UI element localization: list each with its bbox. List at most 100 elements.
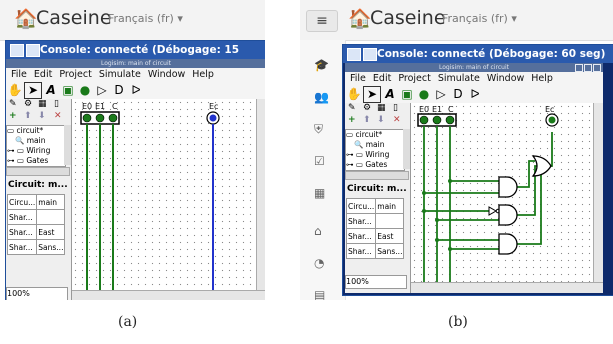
- table-icon[interactable]: ▦: [38, 99, 47, 109]
- hamburger-icon[interactable]: ≡: [306, 10, 338, 32]
- text-tool-icon[interactable]: A: [43, 81, 59, 99]
- menu-edit[interactable]: Edit: [34, 69, 52, 80]
- layout-icon[interactable]: ⚙: [363, 103, 371, 113]
- brand-name[interactable]: Caseine: [36, 7, 112, 29]
- and-gate-3: [498, 233, 518, 255]
- up-arrow-icon[interactable]: ⬆: [24, 111, 32, 121]
- menu-help[interactable]: Help: [531, 73, 553, 84]
- document-icon: [363, 48, 377, 61]
- language-selector[interactable]: Français (fr) ▾: [442, 12, 517, 25]
- view-icon[interactable]: ▯: [54, 99, 59, 109]
- caseine-logo-icon[interactable]: 🏠: [14, 7, 38, 30]
- select-tool-icon[interactable]: ➤: [24, 82, 42, 99]
- table-row[interactable]: Shar... East: [345, 228, 405, 244]
- menu-simulate[interactable]: Simulate: [438, 73, 480, 84]
- users-icon[interactable]: 👥: [314, 90, 329, 104]
- close-icon[interactable]: [593, 64, 601, 72]
- zoom-field[interactable]: 100%: [6, 287, 68, 300]
- not-gate-icon[interactable]: ▷: [94, 81, 110, 99]
- and-gate-icon[interactable]: D: [450, 85, 466, 103]
- menu-project[interactable]: Project: [59, 69, 92, 80]
- graduation-icon[interactable]: 🎓: [314, 58, 329, 72]
- caseine-logo-icon[interactable]: 🏠: [348, 7, 372, 30]
- table-row[interactable]: Shar... East: [6, 224, 66, 240]
- select-tool-icon[interactable]: ➤: [363, 86, 381, 103]
- tree-hscrollbar[interactable]: [6, 167, 70, 176]
- document-icon: [26, 44, 40, 57]
- table-row[interactable]: Shar...: [6, 209, 66, 225]
- shield-icon[interactable]: ⛨: [314, 122, 323, 137]
- menu-project[interactable]: Project: [398, 73, 431, 84]
- canvas-vscrollbar[interactable]: [593, 103, 603, 283]
- or-gate-icon[interactable]: ᐅ: [128, 81, 144, 99]
- edit-icon[interactable]: ✎: [9, 99, 17, 109]
- tree-item-circuit[interactable]: ▭ circuit*: [7, 126, 65, 136]
- explorer-toolbar: ✎ ⚙ ▦ ▯ + ⬆ ⬇ ✕: [345, 103, 410, 127]
- circuit-canvas[interactable]: E0 E1 C Ec: [72, 99, 265, 299]
- canvas-vscrollbar[interactable]: [256, 99, 265, 291]
- menu-simulate[interactable]: Simulate: [99, 69, 141, 80]
- brand-name[interactable]: Caseine: [370, 7, 446, 29]
- output-label-ec: Ec: [209, 102, 218, 111]
- layout-icon[interactable]: ⚙: [24, 99, 32, 109]
- circuit-label: Circuit: m...: [347, 184, 407, 194]
- or-gate-icon[interactable]: ᐅ: [467, 85, 483, 103]
- home-icon[interactable]: ⌂: [314, 224, 322, 238]
- tree-item-gates[interactable]: ⊶ ▭ Gates: [7, 156, 65, 166]
- tree-item-main[interactable]: 🔍 main: [7, 136, 65, 146]
- toolbar: ✋ ➤ A ▣ ● ▷ D ᐅ: [6, 81, 265, 99]
- menu-file[interactable]: File: [11, 69, 27, 80]
- tree-item-wiring[interactable]: ⊶ ▭ Wiring: [7, 146, 65, 156]
- delete-icon[interactable]: ✕: [393, 115, 401, 125]
- menu-window[interactable]: Window: [148, 69, 185, 80]
- table-row[interactable]: Circu... main: [6, 194, 66, 210]
- output-pin: [545, 113, 559, 127]
- tree-item-gates[interactable]: ⊶ ▭ Gates: [346, 160, 404, 170]
- delete-icon[interactable]: ✕: [54, 111, 62, 121]
- input-pin-icon[interactable]: ▣: [399, 85, 415, 103]
- edit-icon[interactable]: ✎: [348, 103, 356, 113]
- tree-scrollbar[interactable]: [403, 129, 410, 169]
- add-icon[interactable]: +: [9, 111, 17, 121]
- poke-tool-icon[interactable]: ✋: [346, 85, 362, 103]
- tree-hscrollbar[interactable]: [345, 171, 409, 180]
- output-pin-icon[interactable]: ●: [77, 81, 93, 99]
- canvas-hscrollbar[interactable]: [72, 290, 265, 300]
- menu-edit[interactable]: Edit: [373, 73, 391, 84]
- menu-help[interactable]: Help: [192, 69, 214, 80]
- gauge-icon[interactable]: ◔: [314, 256, 324, 270]
- circuit-canvas[interactable]: E0 E1 C Ec: [411, 103, 603, 283]
- canvas-hscrollbar[interactable]: [411, 282, 603, 293]
- language-selector[interactable]: Français (fr) ▾: [108, 12, 183, 25]
- tree-scrollbar[interactable]: [64, 125, 71, 165]
- zoom-field[interactable]: 100%: [345, 275, 407, 289]
- caption-b: (b): [448, 314, 468, 330]
- text-tool-icon[interactable]: A: [382, 85, 398, 103]
- tree-item-wiring[interactable]: ⊶ ▭ Wiring: [346, 150, 404, 160]
- minimize-icon[interactable]: [575, 64, 583, 72]
- grid-icon[interactable]: ▦: [314, 186, 325, 200]
- up-arrow-icon[interactable]: ⬆: [363, 115, 371, 125]
- table-icon[interactable]: ▦: [377, 103, 386, 113]
- tree-item-main[interactable]: 🔍 main: [346, 140, 404, 150]
- maximize-icon[interactable]: [584, 64, 592, 72]
- table-row[interactable]: Circu... main: [345, 198, 405, 214]
- input-wires: [86, 124, 114, 299]
- view-icon[interactable]: ▯: [393, 103, 398, 113]
- input-pin-icon[interactable]: ▣: [60, 81, 76, 99]
- table-row[interactable]: Shar...: [345, 213, 405, 229]
- table-row[interactable]: Shar... Sans...: [6, 239, 66, 255]
- calendar-icon[interactable]: ▤: [314, 288, 325, 300]
- not-gate-icon[interactable]: ▷: [433, 85, 449, 103]
- table-row[interactable]: Shar... Sans...: [345, 243, 405, 259]
- add-icon[interactable]: +: [348, 115, 356, 125]
- menu-file[interactable]: File: [350, 73, 366, 84]
- down-arrow-icon[interactable]: ⬇: [377, 115, 385, 125]
- menu-window[interactable]: Window: [487, 73, 524, 84]
- and-gate-icon[interactable]: D: [111, 81, 127, 99]
- output-pin-icon[interactable]: ●: [416, 85, 432, 103]
- tree-item-circuit[interactable]: ▭ circuit*: [346, 130, 404, 140]
- down-arrow-icon[interactable]: ⬇: [38, 111, 46, 121]
- poke-tool-icon[interactable]: ✋: [7, 81, 23, 99]
- checkbox-icon[interactable]: ☑: [314, 154, 325, 168]
